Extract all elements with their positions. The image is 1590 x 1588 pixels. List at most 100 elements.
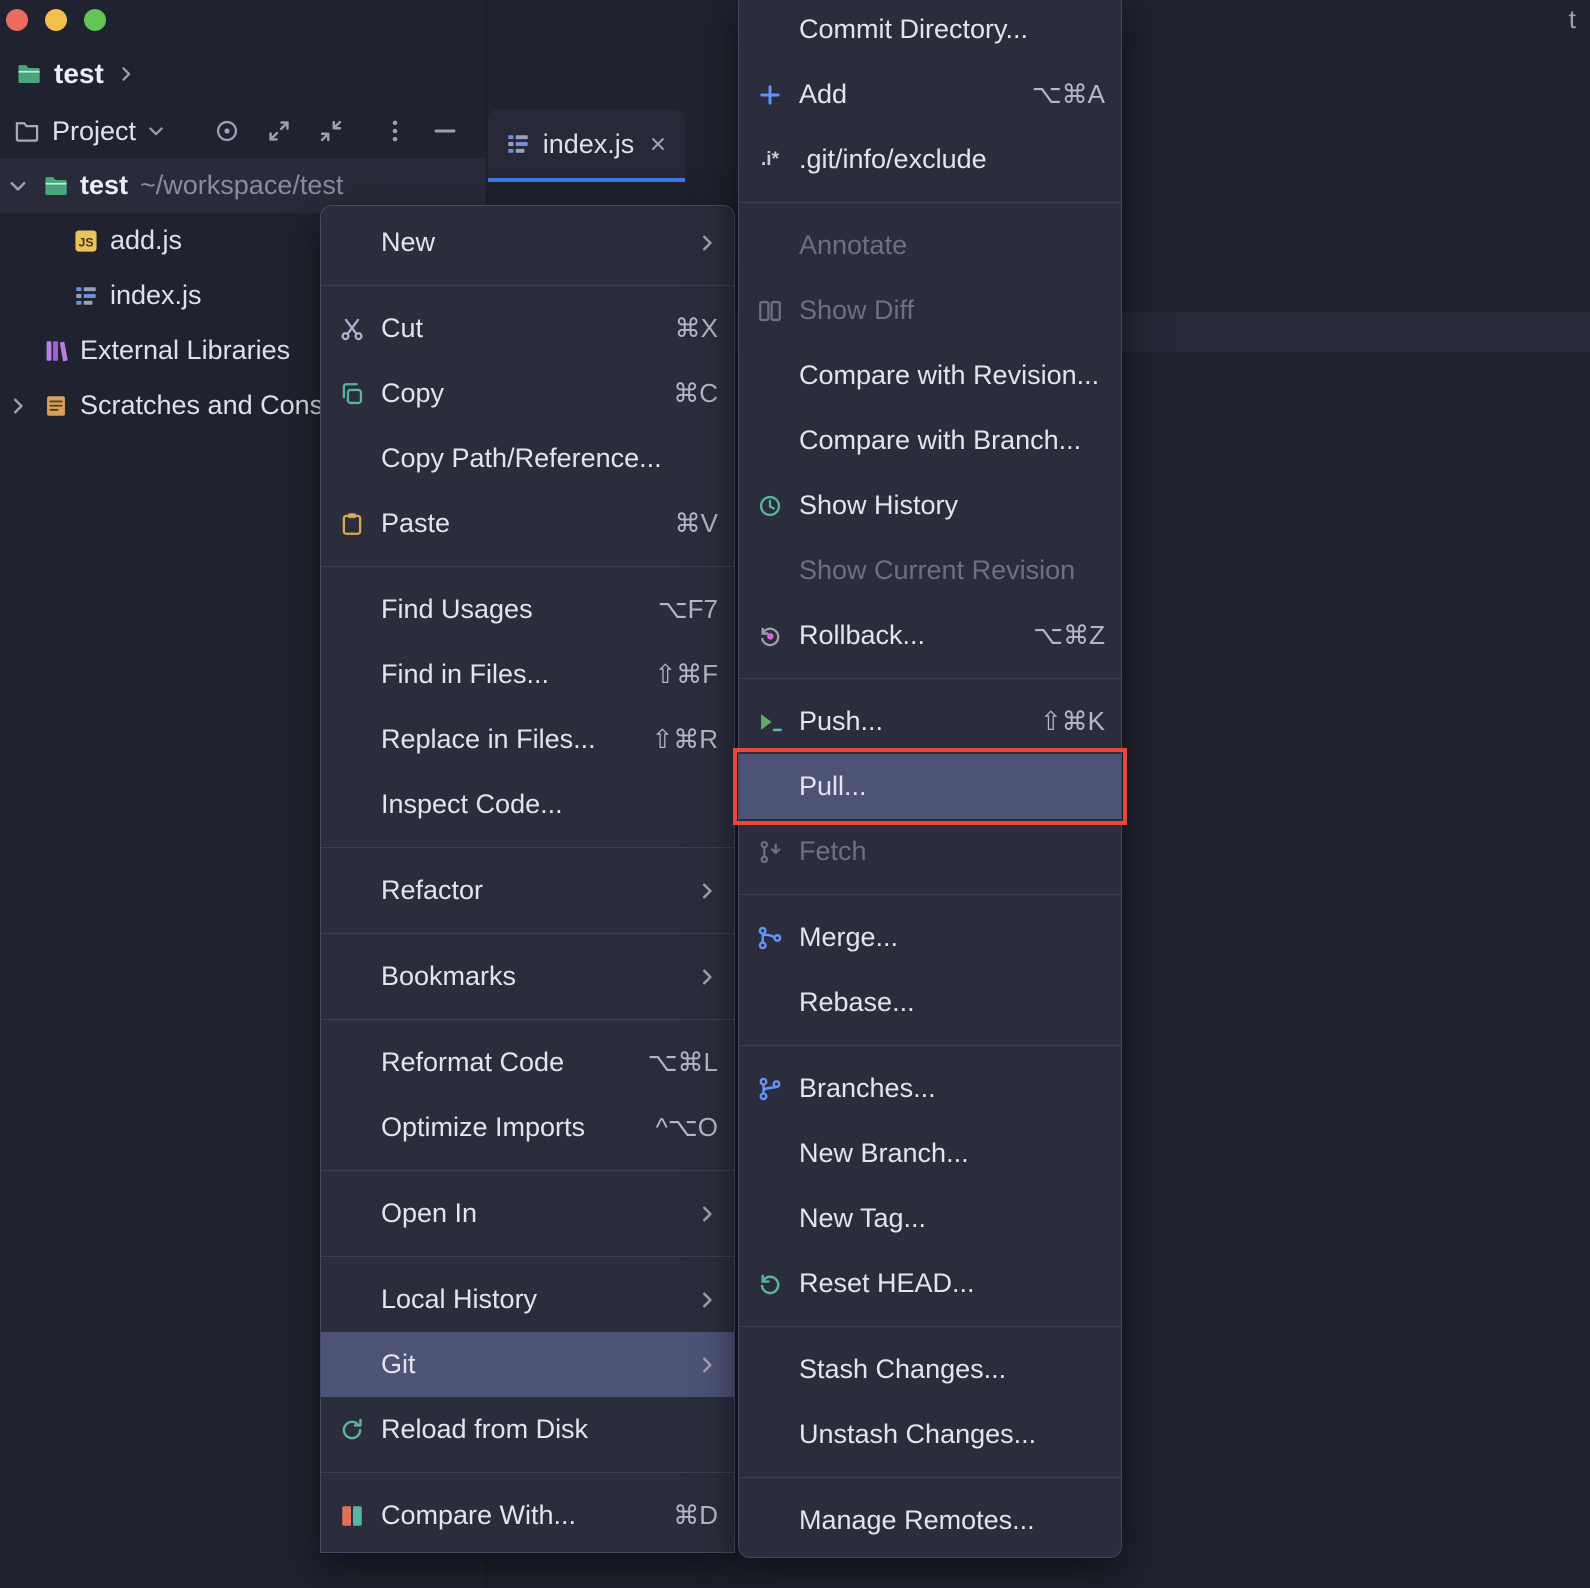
git-submenu-item-manage-remotes[interactable]: Manage Remotes... xyxy=(739,1488,1121,1553)
close-icon xyxy=(648,134,668,154)
minimize-window-button[interactable] xyxy=(45,9,67,31)
expand-all-button[interactable] xyxy=(262,111,296,151)
menu-item-label: New Tag... xyxy=(799,1203,927,1233)
menu-item-label: Rebase... xyxy=(799,987,915,1017)
project-panel-header: Project xyxy=(14,108,484,154)
folder-icon xyxy=(14,118,40,144)
menu-item-label: Compare With... xyxy=(381,1500,577,1530)
context-menu-item-paste[interactable]: Paste ⌘V xyxy=(321,491,734,556)
context-menu-item-optimize-imports[interactable]: Optimize Imports ^⌥O xyxy=(321,1095,734,1160)
menu-item-label: Replace in Files... xyxy=(381,724,596,754)
menu-item-shortcut: ⌘C xyxy=(673,378,718,408)
git-submenu-item-show-history[interactable]: Show History xyxy=(739,473,1121,538)
chevron-down-icon[interactable] xyxy=(4,175,32,197)
git-submenu-item-new-tag[interactable]: New Tag... xyxy=(739,1186,1121,1251)
menu-item-label: Add xyxy=(799,79,848,109)
context-menu-item-replace-in-files[interactable]: Replace in Files... ⇧⌘R xyxy=(321,707,734,772)
git-submenu-item-new-branch[interactable]: New Branch... xyxy=(739,1121,1121,1186)
menu-item-label: Find Usages xyxy=(381,594,533,624)
indexjs-file-icon xyxy=(72,283,100,309)
close-window-button[interactable] xyxy=(6,9,28,31)
chevron-right-icon xyxy=(696,966,718,988)
git-submenu-item-rollback[interactable]: Rollback... ⌥⌘Z xyxy=(739,603,1121,668)
context-menu-item-bookmarks[interactable]: Bookmarks xyxy=(321,944,734,1009)
project-panel-title[interactable]: Project xyxy=(52,116,136,147)
locate-button[interactable] xyxy=(210,111,244,151)
context-menu-item-inspect-code[interactable]: Inspect Code... xyxy=(321,772,734,837)
menu-item-label: Branches... xyxy=(799,1073,936,1103)
git-submenu-item-annotate[interactable]: Annotate xyxy=(739,213,1121,278)
menu-item-label: Show History xyxy=(799,490,959,520)
git-submenu-item-stash-changes[interactable]: Stash Changes... xyxy=(739,1337,1121,1402)
menu-item-label: Merge... xyxy=(799,922,899,952)
context-menu-item-open-in[interactable]: Open In xyxy=(321,1181,734,1246)
menu-item-label: Rollback... xyxy=(799,620,926,650)
context-menu-item-new[interactable]: New xyxy=(321,210,734,275)
menu-item-shortcut: ⌥⌘A xyxy=(1031,79,1105,109)
menu-item-label: Compare with Revision... xyxy=(799,360,1100,390)
menu-item-label: New Branch... xyxy=(799,1138,969,1168)
menu-item-label: Show Diff xyxy=(799,295,915,325)
context-menu: New Cut ⌘X Copy ⌘C Copy Path/Reference... Past… xyxy=(320,205,735,1553)
git-submenu-item-compare-with-branch[interactable]: Compare with Branch... xyxy=(739,408,1121,473)
menu-item-label: Reload from Disk xyxy=(381,1414,589,1444)
expand-icon xyxy=(266,118,292,144)
menu-item-label: Pull... xyxy=(799,771,867,801)
git-submenu-item-fetch[interactable]: Fetch xyxy=(739,819,1121,884)
breadcrumb: test xyxy=(16,58,136,90)
git-submenu-item-reset-head[interactable]: Reset HEAD... xyxy=(739,1251,1121,1316)
context-menu-item-copy[interactable]: Copy ⌘C xyxy=(321,361,734,426)
git-submenu-item-push[interactable]: Push... ⇧⌘K xyxy=(739,689,1121,754)
tree-item-label: add.js xyxy=(110,225,183,255)
close-tab-icon[interactable] xyxy=(648,134,668,154)
more-options-button[interactable] xyxy=(378,111,412,151)
context-menu-item-reload-from-disk[interactable]: Reload from Disk xyxy=(321,1397,734,1462)
menu-item-shortcut: ⌘X xyxy=(674,313,718,343)
git-submenu-item-commit-directory[interactable]: Commit Directory... xyxy=(739,0,1121,62)
chevron-right-icon xyxy=(116,64,136,84)
git-submenu-item-show-diff[interactable]: Show Diff xyxy=(739,278,1121,343)
tab-index-js[interactable]: index.js xyxy=(488,110,685,182)
context-menu-item-git[interactable]: Git xyxy=(321,1332,734,1397)
git-submenu-item-unstash-changes[interactable]: Unstash Changes... xyxy=(739,1402,1121,1467)
menu-separator xyxy=(321,1256,734,1257)
git-submenu-item-rebase[interactable]: Rebase... xyxy=(739,970,1121,1035)
menu-item-label: Refactor xyxy=(381,875,484,905)
menu-separator xyxy=(739,1045,1121,1046)
diff-icon xyxy=(337,1503,367,1529)
context-menu-item-local-history[interactable]: Local History xyxy=(321,1267,734,1332)
paste-icon xyxy=(337,511,367,537)
git-submenu-item-add[interactable]: Add ⌥⌘A xyxy=(739,62,1121,127)
chevron-down-icon[interactable] xyxy=(146,121,166,141)
ide-window: { "window": { "controls": ["close", "min… xyxy=(0,0,1590,1588)
git-submenu-item-pull[interactable]: Pull... xyxy=(733,748,1127,825)
menu-item-label: Local History xyxy=(381,1284,538,1314)
project-folder-icon xyxy=(42,173,70,199)
menu-item-shortcut: ⌘V xyxy=(674,508,718,538)
hide-panel-button[interactable] xyxy=(428,111,462,151)
context-menu-item-cut[interactable]: Cut ⌘X xyxy=(321,296,734,361)
menu-separator xyxy=(321,847,734,848)
collapse-all-button[interactable] xyxy=(314,111,348,151)
menu-separator xyxy=(321,933,734,934)
context-menu-item-find-usages[interactable]: Find Usages ⌥F7 xyxy=(321,577,734,642)
breadcrumb-project[interactable]: test xyxy=(54,58,104,90)
git-submenu-item-git-info-exclude[interactable]: .i* .git/info/exclude xyxy=(739,127,1121,192)
context-menu-item-copy-path-reference[interactable]: Copy Path/Reference... xyxy=(321,426,734,491)
push-icon xyxy=(755,709,785,735)
indexjs-file-icon xyxy=(505,131,531,157)
zoom-window-button[interactable] xyxy=(84,9,106,31)
context-menu-item-reformat-code[interactable]: Reformat Code ⌥⌘L xyxy=(321,1030,734,1095)
context-menu-item-find-in-files[interactable]: Find in Files... ⇧⌘F xyxy=(321,642,734,707)
git-submenu-item-show-current-revision[interactable]: Show Current Revision xyxy=(739,538,1121,603)
menu-item-label: Stash Changes... xyxy=(799,1354,1007,1384)
menu-separator xyxy=(739,894,1121,895)
menu-separator xyxy=(321,285,734,286)
git-submenu-item-compare-with-revision[interactable]: Compare with Revision... xyxy=(739,343,1121,408)
context-menu-item-refactor[interactable]: Refactor xyxy=(321,858,734,923)
menu-item-label: Annotate xyxy=(799,230,908,260)
chevron-right-icon[interactable] xyxy=(4,395,32,417)
git-submenu-item-merge[interactable]: Merge... xyxy=(739,905,1121,970)
git-submenu-item-branches[interactable]: Branches... xyxy=(739,1056,1121,1121)
context-menu-item-compare-with[interactable]: Compare With... ⌘D xyxy=(321,1483,734,1548)
